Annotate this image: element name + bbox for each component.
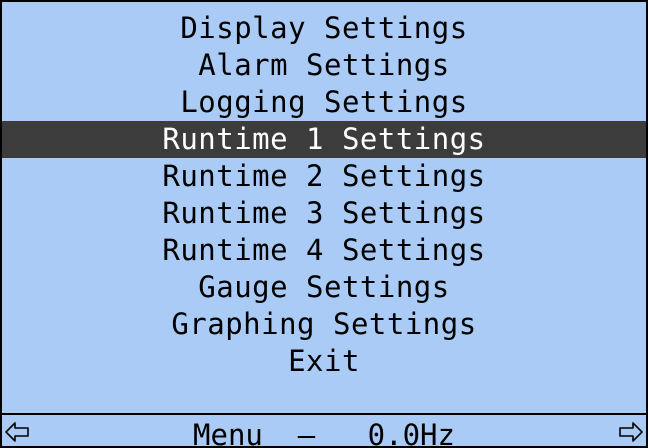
menu-item-logging-settings[interactable]: Logging Settings: [2, 84, 646, 121]
menu-item-runtime-3-settings[interactable]: Runtime 3 Settings: [2, 195, 646, 232]
menu-item-exit[interactable]: Exit: [2, 343, 646, 380]
menu-item-gauge-settings[interactable]: Gauge Settings: [2, 269, 646, 306]
status-mode: Menu: [193, 418, 263, 448]
display-screen: Display Settings Alarm Settings Logging …: [0, 0, 648, 448]
menu-item-graphing-settings[interactable]: Graphing Settings: [2, 306, 646, 343]
status-text: Menu – 0.0Hz: [2, 415, 646, 448]
menu-item-alarm-settings[interactable]: Alarm Settings: [2, 47, 646, 84]
menu-item-display-settings[interactable]: Display Settings: [2, 10, 646, 47]
status-frequency: 0.0Hz: [367, 418, 455, 448]
status-bar: Menu – 0.0Hz: [2, 415, 646, 448]
settings-menu: Display Settings Alarm Settings Logging …: [2, 10, 646, 380]
arrow-right-icon[interactable]: [618, 419, 644, 445]
menu-item-runtime-2-settings[interactable]: Runtime 2 Settings: [2, 158, 646, 195]
menu-item-runtime-4-settings[interactable]: Runtime 4 Settings: [2, 232, 646, 269]
menu-item-runtime-1-settings[interactable]: Runtime 1 Settings: [2, 121, 646, 158]
status-separator: –: [297, 418, 316, 448]
